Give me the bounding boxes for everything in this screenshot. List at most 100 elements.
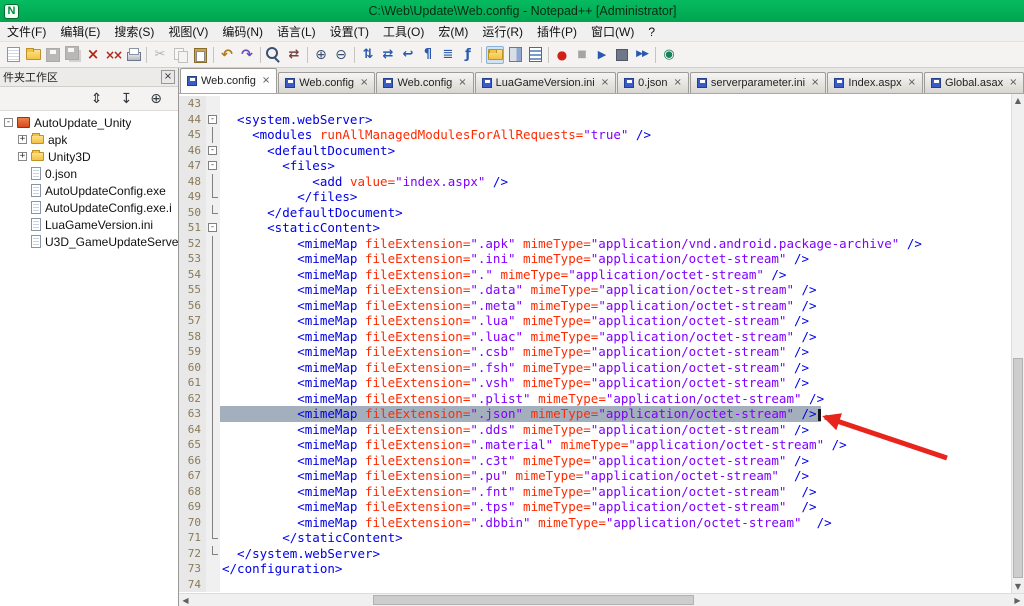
tab-web-config-2[interactable]: Web.config× [278, 72, 375, 93]
menu-encoding[interactable]: 编码(N) [215, 22, 270, 41]
editor-line-72[interactable]: 72 </system.webServer> [179, 546, 1011, 562]
tab-web-config-3[interactable]: Web.config× [376, 72, 473, 93]
editor-line-73[interactable]: 73</configuration> [179, 561, 1011, 577]
line-number[interactable]: 61 [179, 375, 206, 391]
macro-record-icon[interactable] [553, 46, 571, 64]
tab-serverparameter-ini[interactable]: serverparameter.ini× [690, 72, 827, 93]
copy-icon[interactable] [171, 46, 189, 64]
editor-line-68[interactable]: 68 <mimeMap fileExtension=".fnt" mimeTyp… [179, 484, 1011, 500]
line-number[interactable]: 59 [179, 344, 206, 360]
macro-run-multiple-icon[interactable] [633, 46, 651, 64]
editor-line-74[interactable]: 74 [179, 577, 1011, 593]
line-number[interactable]: 56 [179, 298, 206, 314]
tab-close-icon[interactable]: × [458, 78, 466, 88]
scroll-left-icon[interactable]: ◀ [179, 594, 192, 606]
tab-close-icon[interactable]: × [811, 78, 819, 88]
cut-icon[interactable] [151, 46, 169, 64]
tab-index-aspx[interactable]: Index.aspx× [827, 72, 923, 93]
sync-horizontal-scroll-icon[interactable] [379, 46, 397, 64]
locate-current-file-icon[interactable]: ⇕ [91, 92, 103, 106]
word-wrap-icon[interactable] [399, 46, 417, 64]
line-number[interactable]: 47 [179, 158, 206, 174]
editor-line-44[interactable]: 44- <system.webServer> [179, 112, 1011, 128]
editor-line-61[interactable]: 61 <mimeMap fileExtension=".vsh" mimeTyp… [179, 375, 1011, 391]
editor-line-63[interactable]: 63 <mimeMap fileExtension=".json" mimeTy… [179, 406, 1011, 422]
menu-file[interactable]: 文件(F) [0, 22, 53, 41]
tab-close-icon[interactable]: × [908, 78, 916, 88]
line-number[interactable]: 43 [179, 96, 206, 112]
workspace-settings-icon[interactable]: ⊕ [150, 92, 162, 106]
line-number[interactable]: 44 [179, 112, 206, 128]
line-number[interactable]: 54 [179, 267, 206, 283]
collapse-all-icon[interactable]: ↧ [121, 92, 133, 106]
fold-collapse-icon[interactable]: - [208, 146, 217, 155]
editor-line-48[interactable]: 48 <add value="index.aspx" /> [179, 174, 1011, 190]
line-number[interactable]: 64 [179, 422, 206, 438]
menu-window[interactable]: 窗口(W) [584, 22, 641, 41]
scroll-right-icon[interactable]: ▶ [1011, 594, 1024, 606]
line-number[interactable]: 71 [179, 530, 206, 546]
menu-settings[interactable]: 设置(T) [323, 22, 376, 41]
editor-line-56[interactable]: 56 <mimeMap fileExtension=".meta" mimeTy… [179, 298, 1011, 314]
workspace-root-autoupdate-unity[interactable]: -AutoUpdate_Unity [0, 114, 178, 131]
line-number[interactable]: 73 [179, 561, 206, 577]
line-number[interactable]: 53 [179, 251, 206, 267]
macro-save-icon[interactable] [613, 46, 631, 64]
editor-line-45[interactable]: 45 <modules runAllManagedModulesForAllRe… [179, 127, 1011, 143]
fold-collapse-icon[interactable]: - [208, 161, 217, 170]
menu-edit[interactable]: 编辑(E) [53, 22, 107, 41]
tree-expander-icon[interactable]: + [18, 135, 27, 144]
editor-area[interactable]: 4344- <system.webServer>45 <modules runA… [179, 94, 1024, 593]
save-all-icon[interactable] [64, 46, 82, 64]
document-list-icon[interactable] [526, 46, 544, 64]
menu-plugins[interactable]: 插件(P) [530, 22, 584, 41]
line-number[interactable]: 62 [179, 391, 206, 407]
line-number[interactable]: 70 [179, 515, 206, 531]
editor-line-57[interactable]: 57 <mimeMap fileExtension=".lua" mimeTyp… [179, 313, 1011, 329]
line-number[interactable]: 67 [179, 468, 206, 484]
line-number[interactable]: 58 [179, 329, 206, 345]
scroll-down-icon[interactable]: ▼ [1012, 580, 1024, 593]
tab-web-config-1[interactable]: Web.config× [180, 68, 277, 93]
menu-search[interactable]: 搜索(S) [107, 22, 161, 41]
tree-expander-icon[interactable]: + [18, 152, 27, 161]
line-number[interactable]: 65 [179, 437, 206, 453]
line-number[interactable]: 55 [179, 282, 206, 298]
macro-play-icon[interactable] [593, 46, 611, 64]
line-number[interactable]: 74 [179, 577, 206, 593]
editor-line-49[interactable]: 49 </files> [179, 189, 1011, 205]
open-file-icon[interactable] [24, 46, 42, 64]
macro-stop-icon[interactable] [573, 46, 591, 64]
print-icon[interactable] [124, 46, 142, 64]
editor-line-66[interactable]: 66 <mimeMap fileExtension=".c3t" mimeTyp… [179, 453, 1011, 469]
editor-line-43[interactable]: 43 [179, 96, 1011, 112]
file-u3d-gameupdateserve[interactable]: U3D_GameUpdateServe [0, 233, 178, 250]
replace-icon[interactable] [285, 46, 303, 64]
line-number[interactable]: 49 [179, 189, 206, 205]
horizontal-scrollbar[interactable]: ◀ ▶ [179, 593, 1024, 606]
menu-language[interactable]: 语言(L) [270, 22, 323, 41]
horizontal-scrollbar-thumb[interactable] [373, 595, 694, 605]
fold-collapse-icon[interactable]: - [208, 223, 217, 232]
line-number[interactable]: 72 [179, 546, 206, 562]
vertical-scrollbar-thumb[interactable] [1013, 358, 1023, 578]
editor-line-70[interactable]: 70 <mimeMap fileExtension=".dbbin" mimeT… [179, 515, 1011, 531]
vertical-scrollbar[interactable]: ▲ ▼ [1011, 94, 1024, 593]
editor-line-52[interactable]: 52 <mimeMap fileExtension=".apk" mimeTyp… [179, 236, 1011, 252]
tab-close-icon[interactable]: × [262, 76, 270, 86]
paste-icon[interactable] [191, 46, 209, 64]
line-number[interactable]: 66 [179, 453, 206, 469]
panel-close-button[interactable]: × [161, 70, 175, 84]
line-number[interactable]: 57 [179, 313, 206, 329]
indent-guide-icon[interactable] [439, 46, 457, 64]
document-map-icon[interactable] [506, 46, 524, 64]
menu-run[interactable]: 运行(R) [475, 22, 530, 41]
editor-line-50[interactable]: 50 </defaultDocument> [179, 205, 1011, 221]
zoom-out-icon[interactable] [332, 46, 350, 64]
line-number[interactable]: 50 [179, 205, 206, 221]
title-bar[interactable]: N C:\Web\Update\Web.config - Notepad++ [… [0, 0, 1024, 22]
tab-close-icon[interactable]: × [601, 78, 609, 88]
editor-line-55[interactable]: 55 <mimeMap fileExtension=".data" mimeTy… [179, 282, 1011, 298]
line-number[interactable]: 45 [179, 127, 206, 143]
menu-tools[interactable]: 工具(O) [376, 22, 431, 41]
